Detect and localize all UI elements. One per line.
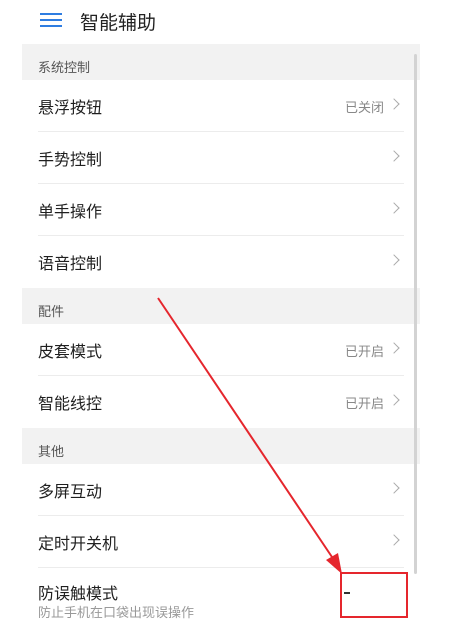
row-status: 已关闭 xyxy=(344,101,384,116)
row-label: 悬浮按钮 xyxy=(38,98,103,117)
chevron-right-icon xyxy=(388,534,400,546)
chevron-right-icon xyxy=(388,150,400,162)
page-title: 智能辅助 xyxy=(80,12,157,34)
section-label: 系统控制 xyxy=(38,61,91,76)
row-multi-screen[interactable]: 多屏互动 xyxy=(22,464,420,516)
section-label: 其他 xyxy=(38,445,65,460)
chevron-right-icon xyxy=(388,98,400,110)
row-smart-wire-control[interactable]: 智能线控 已开启 xyxy=(22,376,420,428)
chevron-right-icon xyxy=(388,482,400,494)
menu-icon[interactable] xyxy=(40,11,62,29)
row-floating-button[interactable]: 悬浮按钮 已关闭 xyxy=(22,80,420,132)
chevron-right-icon xyxy=(388,202,400,214)
row-cover-mode[interactable]: 皮套模式 已开启 xyxy=(22,324,420,376)
chevron-right-icon xyxy=(388,394,400,406)
row-status: 已开启 xyxy=(344,345,384,360)
row-gesture-control[interactable]: 手势控制 xyxy=(22,132,420,184)
app-header: 智能辅助 xyxy=(22,0,420,44)
row-one-hand-mode[interactable]: 单手操作 xyxy=(22,184,420,236)
row-scheduled-power[interactable]: 定时开关机 xyxy=(22,516,420,568)
scrollbar[interactable] xyxy=(414,54,417,574)
row-label: 语音控制 xyxy=(38,254,103,273)
row-voice-control[interactable]: 语音控制 xyxy=(22,236,420,288)
settings-screen: 智能辅助 系统控制 悬浮按钮 已关闭 手势控制 单手操作 语音控制 配件 皮套模… xyxy=(22,0,420,622)
chevron-right-icon xyxy=(388,342,400,354)
row-status: 已开启 xyxy=(344,397,384,412)
section-label: 配件 xyxy=(38,305,65,320)
annotation-highlight-box xyxy=(340,572,408,618)
row-label: 单手操作 xyxy=(38,202,103,221)
row-label: 定时开关机 xyxy=(38,534,119,553)
section-header-other: 其他 xyxy=(22,428,420,464)
row-subtitle: 防止手机在口袋出现误操作 xyxy=(38,606,195,621)
chevron-right-icon xyxy=(388,254,400,266)
row-label: 皮套模式 xyxy=(38,342,103,361)
row-label: 手势控制 xyxy=(38,150,103,169)
toggle-switch-icon[interactable] xyxy=(344,592,350,594)
row-label: 防误触模式 xyxy=(38,584,119,603)
row-label: 多屏互动 xyxy=(38,482,103,501)
section-header-accessories: 配件 xyxy=(22,288,420,324)
row-label: 智能线控 xyxy=(38,394,103,413)
section-header-system-control: 系统控制 xyxy=(22,44,420,80)
